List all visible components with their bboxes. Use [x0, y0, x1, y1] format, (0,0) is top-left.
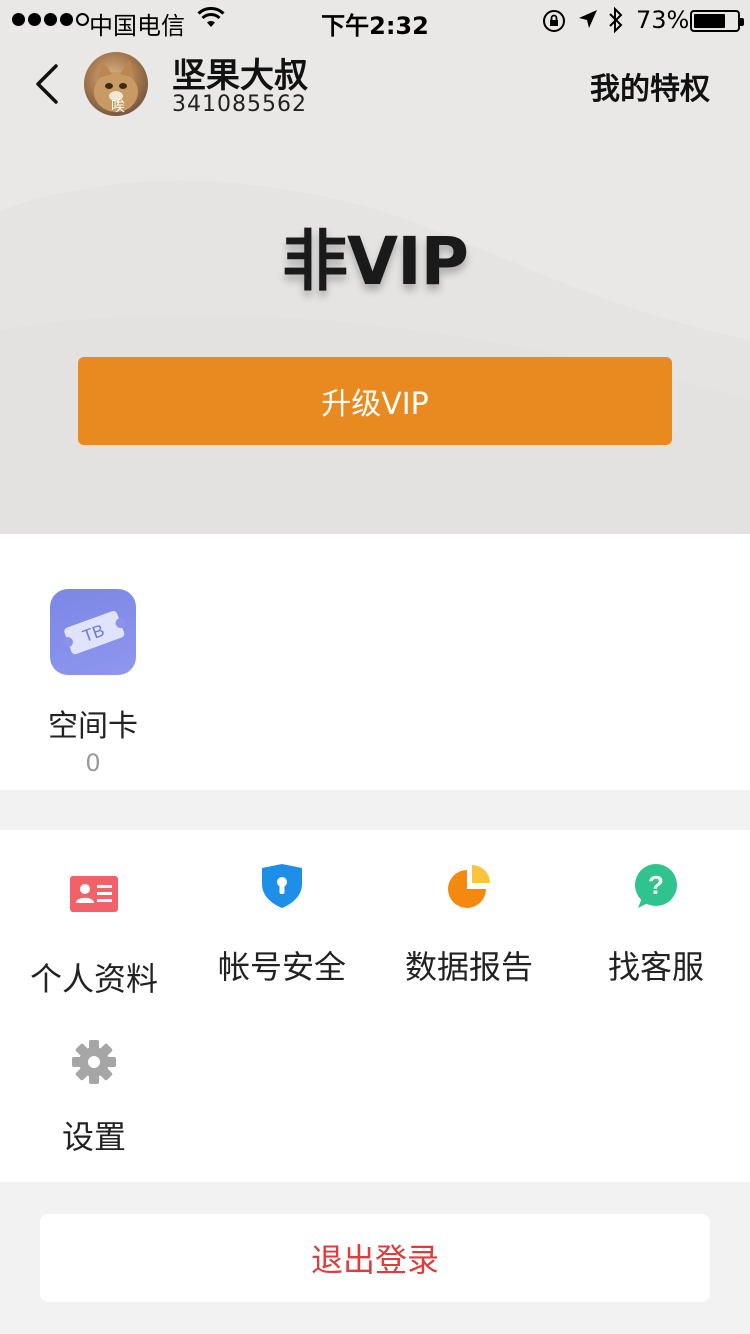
- vip-header: 中国电信 下午2:32 73% 唉 坚果大叔 341085562 我的特权 非V…: [0, 0, 750, 534]
- battery-percent: 73%: [636, 6, 690, 34]
- upgrade-vip-button[interactable]: 升级VIP: [78, 357, 672, 445]
- menu-item-label: 设置: [61, 1118, 126, 1156]
- user-name: 坚果大叔: [172, 56, 308, 96]
- ticket-icon: TB: [50, 589, 136, 675]
- id-card-icon: [70, 876, 118, 912]
- menu-item-label: 个人资料: [29, 960, 158, 998]
- vip-status-title: 非VIP: [281, 223, 469, 300]
- menu-item-settings[interactable]: 设置: [0, 1038, 188, 1158]
- space-card-label: 空间卡: [48, 709, 138, 744]
- back-button[interactable]: [26, 56, 66, 112]
- logout-button[interactable]: 退出登录: [40, 1214, 710, 1302]
- shield-lock-icon: [262, 864, 302, 908]
- my-privileges-link[interactable]: 我的特权: [590, 64, 710, 108]
- menu-item-label: 数据报告: [404, 948, 533, 986]
- avatar[interactable]: 唉: [84, 52, 148, 116]
- account-menu: 个人资料 帐号安全 数据报告 ? 找客服 设置: [0, 830, 750, 1182]
- rotation-lock-icon: [543, 10, 565, 32]
- menu-item-customer-service[interactable]: ? 找客服: [562, 862, 750, 988]
- space-card-entry[interactable]: TB 空间卡 0: [40, 589, 146, 777]
- bluetooth-icon: [609, 6, 623, 34]
- menu-item-account-security[interactable]: 帐号安全: [188, 862, 376, 988]
- chevron-left-icon: [36, 64, 58, 104]
- menu-item-profile[interactable]: 个人资料: [0, 870, 188, 1000]
- menu-item-data-report[interactable]: 数据报告: [375, 862, 563, 988]
- battery-icon: [690, 10, 744, 32]
- avatar-caption: 唉: [111, 99, 125, 115]
- space-card-count: 0: [85, 749, 101, 777]
- user-id: 341085562: [172, 92, 307, 117]
- gear-icon: [72, 1040, 116, 1084]
- status-bar: 中国电信 下午2:32 73%: [0, 0, 750, 40]
- menu-item-label: 帐号安全: [217, 948, 346, 986]
- location-arrow-icon: [579, 10, 597, 28]
- help-chat-icon: ?: [635, 864, 677, 908]
- svg-text:?: ?: [648, 870, 664, 900]
- assets-section: TB 空间卡 0: [0, 534, 750, 790]
- menu-item-label: 找客服: [607, 948, 704, 986]
- pie-chart-icon: [448, 865, 490, 908]
